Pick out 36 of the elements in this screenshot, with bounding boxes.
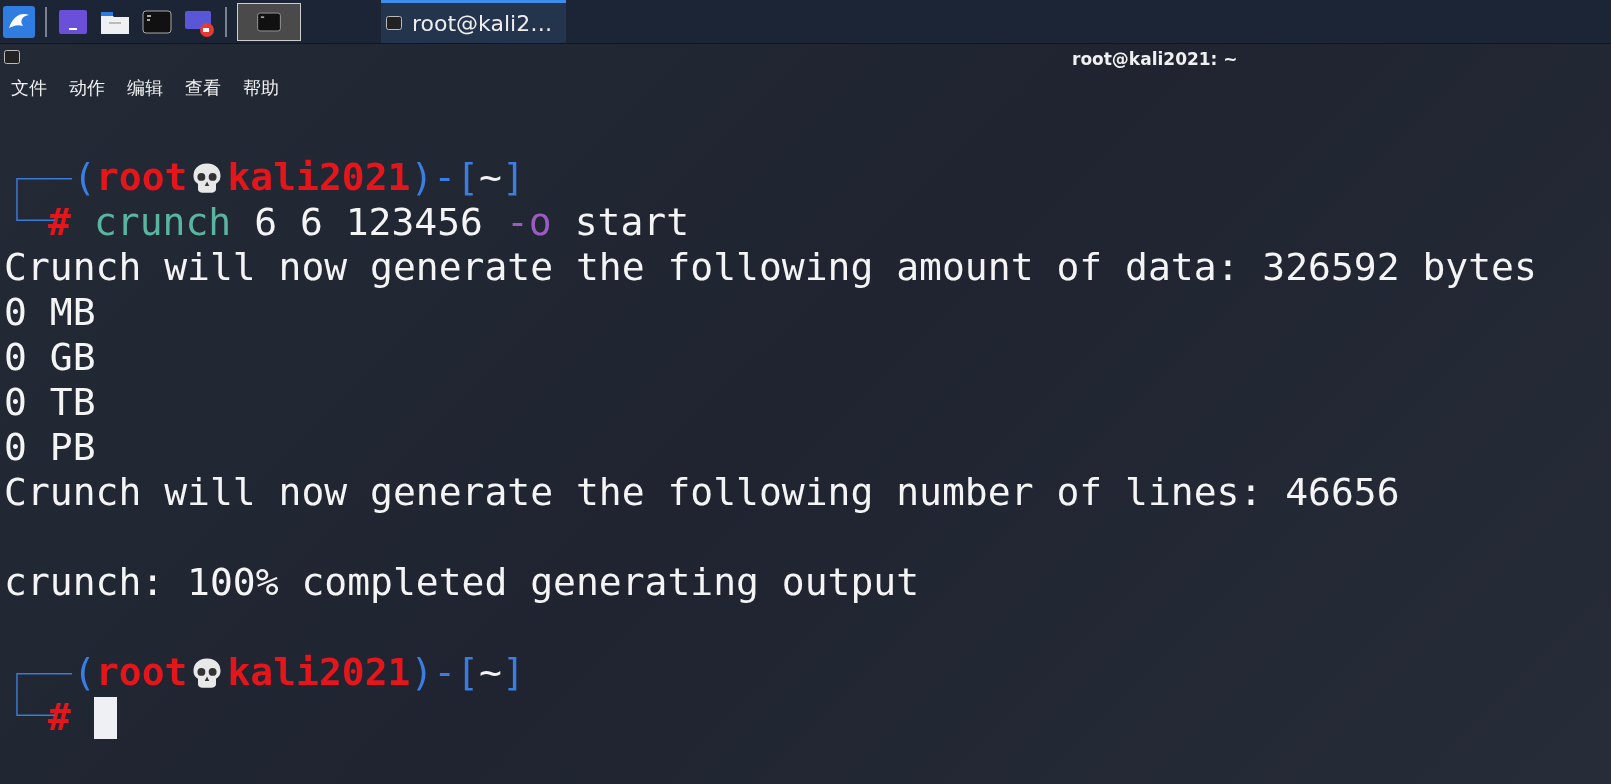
active-terminal-button[interactable] bbox=[237, 2, 301, 41]
window-button[interactable]: root@kali2… bbox=[381, 0, 567, 43]
output-line: 0 PB bbox=[3, 425, 97, 470]
command-text: -o bbox=[505, 200, 552, 245]
prompt-host: kali2021 bbox=[227, 650, 411, 695]
menu-item[interactable]: 动作 bbox=[69, 76, 105, 100]
prompt-paren: ( bbox=[73, 155, 96, 200]
prompt-symbol: # bbox=[48, 200, 71, 245]
output-line: 0 MB bbox=[3, 290, 97, 335]
output-line: 0 GB bbox=[3, 335, 97, 380]
prompt-host: kali2021 bbox=[227, 155, 411, 200]
prompt-user: root bbox=[95, 155, 188, 200]
command-text: crunch bbox=[93, 200, 232, 245]
menu-item[interactable]: 文件 bbox=[11, 76, 47, 100]
prompt-symbol: # bbox=[48, 695, 71, 740]
command-text: start bbox=[574, 200, 690, 245]
window-title: root@kali2021: ~ bbox=[1072, 49, 1238, 69]
output-line: 0 TB bbox=[3, 380, 97, 425]
menu-item[interactable]: 编辑 bbox=[127, 76, 163, 100]
terminal-icon bbox=[386, 16, 402, 30]
prompt-user: root bbox=[95, 650, 188, 695]
prompt-paren: )-[ bbox=[410, 650, 480, 695]
menu-item[interactable]: 查看 bbox=[185, 76, 221, 100]
prompt-bracket: ] bbox=[501, 650, 525, 695]
prompt-bracket: ] bbox=[501, 155, 525, 200]
prompt-paren: ( bbox=[73, 650, 96, 695]
dragon-logo-icon[interactable] bbox=[3, 5, 35, 38]
prompt-directory: ~ bbox=[479, 155, 502, 200]
terminal-icon bbox=[4, 50, 20, 64]
output-line: Crunch will now generate the following number of lines: 46656 bbox=[3, 470, 1401, 515]
menu-item[interactable]: 帮助 bbox=[243, 76, 279, 100]
command-text: 6 6 123456 bbox=[254, 200, 483, 245]
output-line: Crunch will now generate the following amount of data: 326592 bytes bbox=[3, 245, 1538, 290]
prompt-directory: ~ bbox=[479, 650, 502, 695]
output-line: crunch: 100% completed generating output bbox=[3, 560, 921, 605]
prompt-paren: )-[ bbox=[410, 155, 480, 200]
